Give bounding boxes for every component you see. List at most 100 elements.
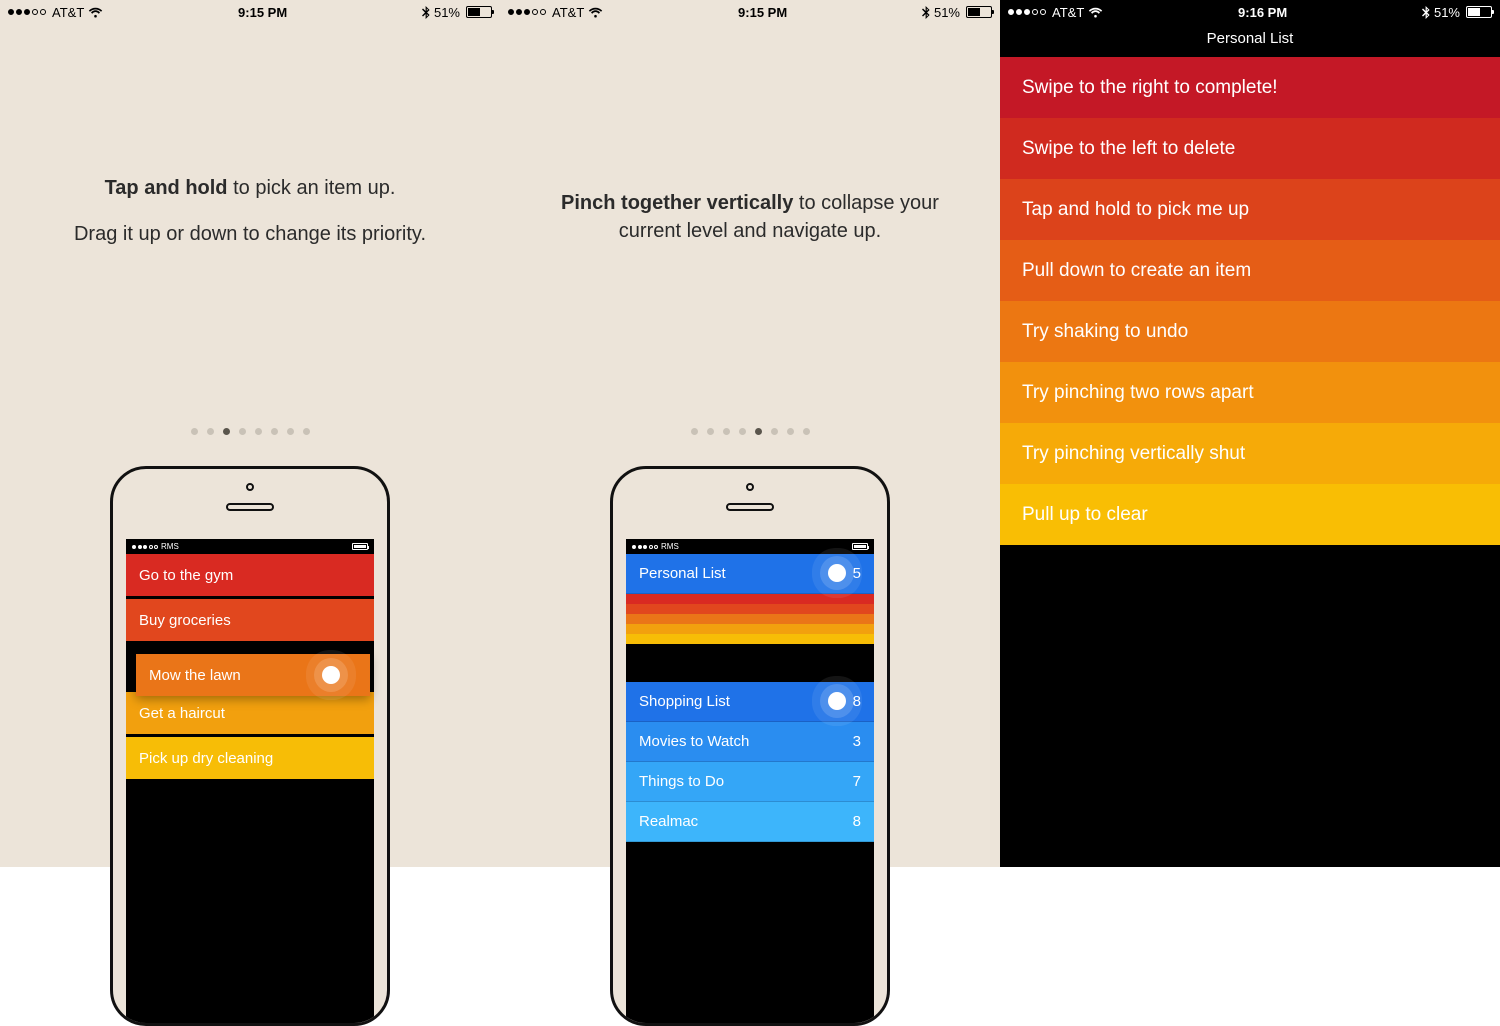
- wifi-icon: [1088, 7, 1103, 18]
- phone-screen: RMS Personal List 5 Shopping List 8 Movies …: [626, 539, 874, 1023]
- page-dot[interactable]: [239, 428, 246, 435]
- page-dot[interactable]: [755, 428, 762, 435]
- page-dot[interactable]: [287, 428, 294, 435]
- phone-mock: RMS Personal List 5 Shopping List 8 Movies …: [610, 466, 890, 1026]
- battery-icon: [966, 6, 992, 18]
- phone-speaker-icon: [726, 503, 774, 511]
- tip-bold: Tap and hold: [105, 177, 228, 199]
- list-count: 8: [853, 813, 861, 830]
- task-row[interactable]: Pick up dry cleaning: [126, 737, 374, 779]
- clock: 9:15 PM: [238, 5, 287, 20]
- list-row[interactable]: Movies to Watch 3: [626, 722, 874, 762]
- list-count: 5: [853, 565, 861, 582]
- list-name: Movies to Watch: [639, 733, 749, 750]
- clock: 9:16 PM: [1238, 5, 1287, 20]
- task-row[interactable]: Tap and hold to pick me up: [1000, 179, 1500, 240]
- tip-bold: Pinch together vertically: [561, 192, 793, 214]
- mini-carrier: RMS: [161, 542, 179, 551]
- bluetooth-icon: [922, 6, 930, 19]
- status-bar: AT&T 9:15 PM 51%: [500, 0, 1000, 24]
- touch-indicator-icon: [322, 666, 340, 684]
- page-dot[interactable]: [691, 428, 698, 435]
- collapsed-stripe: [626, 614, 874, 624]
- onboarding-tip: Tap and hold to pick an item up. Drag it…: [0, 174, 500, 248]
- list-name: Realmac: [639, 813, 698, 830]
- task-row[interactable]: Go to the gym: [126, 554, 374, 596]
- wifi-icon: [588, 7, 603, 18]
- signal-strength-icon: [508, 9, 546, 15]
- page-dot[interactable]: [191, 428, 198, 435]
- touch-indicator-icon: [828, 564, 846, 582]
- page-dot[interactable]: [707, 428, 714, 435]
- page-indicator[interactable]: [500, 428, 1000, 435]
- page-dot[interactable]: [207, 428, 214, 435]
- list-name: Personal List: [639, 565, 726, 582]
- task-row[interactable]: Try pinching vertically shut: [1000, 423, 1500, 484]
- page-dot[interactable]: [739, 428, 746, 435]
- task-row[interactable]: Get a haircut: [126, 692, 374, 734]
- task-row[interactable]: Swipe to the right to complete!: [1000, 57, 1500, 118]
- list-name: Shopping List: [639, 693, 730, 710]
- mini-battery-icon: [352, 543, 368, 550]
- page-dot[interactable]: [787, 428, 794, 435]
- carrier-label: AT&T: [552, 5, 584, 20]
- tip-rest: to pick an item up.: [228, 177, 396, 199]
- onboarding-tip: Pinch together vertically to collapse yo…: [500, 189, 1000, 245]
- page-dot[interactable]: [303, 428, 310, 435]
- app-main-panel: AT&T 9:16 PM 51% Personal List Swipe to …: [1000, 0, 1500, 867]
- phone-camera-icon: [246, 483, 254, 491]
- page-dot[interactable]: [771, 428, 778, 435]
- phone-camera-icon: [746, 483, 754, 491]
- signal-strength-icon: [8, 9, 46, 15]
- page-indicator[interactable]: [0, 428, 500, 435]
- wifi-icon: [88, 7, 103, 18]
- task-row-dragging[interactable]: Mow the lawn: [136, 654, 370, 696]
- signal-strength-icon: [1008, 9, 1046, 15]
- page-dot[interactable]: [271, 428, 278, 435]
- bluetooth-icon: [422, 6, 430, 19]
- carrier-label: AT&T: [1052, 5, 1084, 20]
- list-count: 8: [853, 693, 861, 710]
- task-row[interactable]: Try shaking to undo: [1000, 301, 1500, 362]
- page-dot[interactable]: [723, 428, 730, 435]
- status-bar: AT&T 9:16 PM 51%: [1000, 0, 1500, 24]
- mini-signal-icon: [632, 545, 658, 549]
- list-row[interactable]: Things to Do 7: [626, 762, 874, 802]
- touch-indicator-icon: [828, 692, 846, 710]
- onboarding-panel-1: AT&T 9:15 PM 51% Tap and hold to pick an…: [0, 0, 500, 867]
- task-row[interactable]: Pull down to create an item: [1000, 240, 1500, 301]
- battery-icon: [466, 6, 492, 18]
- phone-screen: RMS Go to the gymBuy groceries Get a hair…: [126, 539, 374, 1023]
- carrier-label: AT&T: [52, 5, 84, 20]
- list-title[interactable]: Personal List: [1000, 24, 1500, 57]
- list-row[interactable]: Realmac 8: [626, 802, 874, 842]
- battery-percent: 51%: [934, 5, 960, 20]
- status-bar: AT&T 9:15 PM 51%: [0, 0, 500, 24]
- collapsed-stripe: [626, 594, 874, 604]
- task-row[interactable]: Pull up to clear: [1000, 484, 1500, 545]
- mini-carrier: RMS: [661, 542, 679, 551]
- task-row[interactable]: Try pinching two rows apart: [1000, 362, 1500, 423]
- mini-signal-icon: [132, 545, 158, 549]
- task-row[interactable]: Swipe to the left to delete: [1000, 118, 1500, 179]
- clock: 9:15 PM: [738, 5, 787, 20]
- tip-secondary: Drag it up or down to change its priorit…: [60, 220, 440, 248]
- phone-speaker-icon: [226, 503, 274, 511]
- battery-icon: [1466, 6, 1492, 18]
- collapsed-stripe: [626, 604, 874, 614]
- page-dot[interactable]: [255, 428, 262, 435]
- list-name: Things to Do: [639, 773, 724, 790]
- list-count: 7: [853, 773, 861, 790]
- collapsed-stripe: [626, 634, 874, 644]
- battery-percent: 51%: [434, 5, 460, 20]
- collapsed-stripe: [626, 624, 874, 634]
- phone-mock: RMS Go to the gymBuy groceries Get a hair…: [110, 466, 390, 1026]
- mini-battery-icon: [852, 543, 868, 550]
- battery-percent: 51%: [1434, 5, 1460, 20]
- bluetooth-icon: [1422, 6, 1430, 19]
- onboarding-panel-2: AT&T 9:15 PM 51% Pinch together vertical…: [500, 0, 1000, 867]
- page-dot[interactable]: [223, 428, 230, 435]
- page-dot[interactable]: [803, 428, 810, 435]
- list-count: 3: [853, 733, 861, 750]
- task-row[interactable]: Buy groceries: [126, 599, 374, 641]
